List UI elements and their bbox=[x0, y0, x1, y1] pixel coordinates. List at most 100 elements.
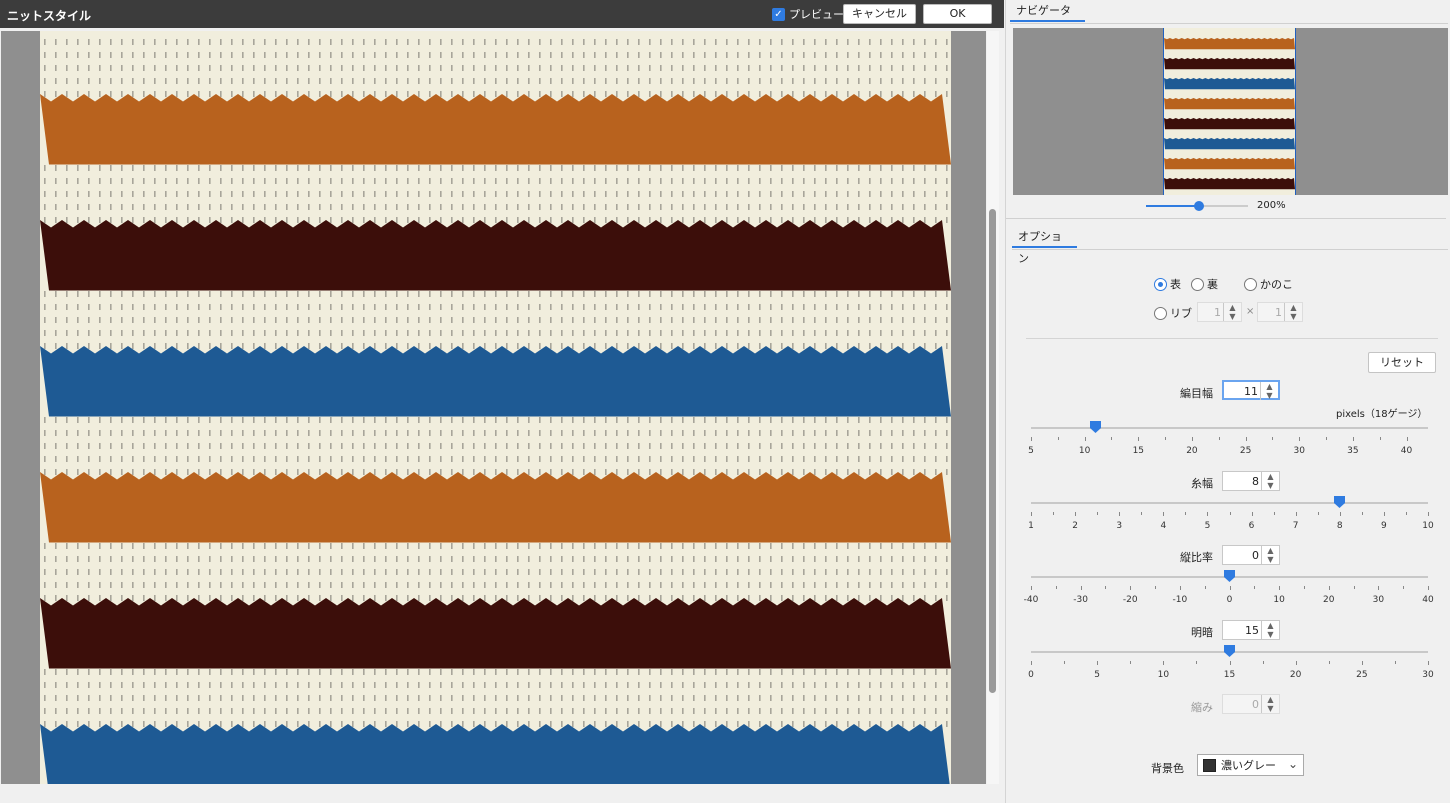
slider-minor-tick bbox=[1272, 437, 1274, 440]
knit-stitch bbox=[253, 708, 255, 714]
slider-tick-label: 20 bbox=[1323, 595, 1335, 605]
knit-stitch bbox=[726, 178, 728, 184]
knit-stitch bbox=[638, 343, 640, 349]
navigator-view[interactable] bbox=[1013, 28, 1448, 195]
knit-stitch bbox=[638, 330, 640, 336]
knit-stitch bbox=[561, 543, 563, 549]
knit-stitch bbox=[121, 291, 123, 297]
knit-stitch bbox=[814, 330, 816, 336]
radio-kanoko[interactable]: かのこ bbox=[1244, 276, 1293, 292]
knit-stitch bbox=[484, 669, 486, 675]
knit-stitch bbox=[308, 695, 310, 701]
knit-stitch bbox=[462, 456, 464, 462]
stitch-width-stepper[interactable]: 11 ▲ ▼ bbox=[1222, 380, 1280, 400]
knit-stitch bbox=[913, 78, 915, 84]
knit-stitch bbox=[627, 343, 629, 349]
knit-stitch bbox=[297, 39, 299, 45]
brightness-stepper[interactable]: 15 ▲ ▼ bbox=[1222, 620, 1280, 640]
knit-stitch bbox=[715, 417, 717, 423]
rib-b-stepper[interactable]: 1 ▲ ▼ bbox=[1257, 302, 1303, 322]
knit-stitch bbox=[176, 682, 178, 688]
knit-stitch bbox=[176, 165, 178, 171]
reset-button[interactable]: リセット bbox=[1368, 352, 1436, 373]
slider-tick-label: 20 bbox=[1186, 446, 1198, 456]
knit-stitch bbox=[132, 304, 134, 310]
knit-stitch bbox=[836, 417, 838, 423]
knit-stitch bbox=[297, 330, 299, 336]
knit-stitch bbox=[506, 204, 508, 210]
radio-selected-icon bbox=[1154, 277, 1167, 291]
knit-stitch bbox=[77, 695, 79, 701]
knit-stitch bbox=[66, 91, 68, 97]
knit-stitch bbox=[924, 217, 926, 223]
knit-stitch bbox=[825, 469, 827, 475]
yarn-width-stepper[interactable]: 8 ▲ ▼ bbox=[1222, 471, 1280, 491]
knit-stitch bbox=[418, 417, 420, 423]
knit-stitch bbox=[253, 317, 255, 323]
navigator-thumbnail[interactable] bbox=[1163, 28, 1296, 195]
knit-stitch bbox=[385, 317, 387, 323]
knit-preview[interactable] bbox=[40, 31, 951, 784]
radio-ura[interactable]: 裏 bbox=[1191, 276, 1218, 292]
cancel-button[interactable]: キャンセル bbox=[843, 4, 916, 24]
shrink-value: 0 bbox=[1252, 698, 1259, 711]
knit-stitch bbox=[803, 721, 805, 727]
tab-navigator[interactable]: ナビゲーター bbox=[1010, 0, 1085, 39]
radio-rib[interactable]: リブ bbox=[1154, 305, 1192, 321]
knit-stitch bbox=[132, 430, 134, 436]
knit-stitch bbox=[187, 695, 189, 701]
knit-stitch bbox=[418, 217, 420, 223]
knit-stitch bbox=[517, 543, 519, 549]
knit-stitch bbox=[242, 191, 244, 197]
vertical-scrollbar[interactable] bbox=[987, 31, 999, 784]
knit-stitch bbox=[946, 330, 948, 336]
vertical-ratio-slider[interactable]: -40 -30 -20 -10 0 10 20 30 40 bbox=[1024, 570, 1434, 616]
slider-knob[interactable] bbox=[1334, 496, 1346, 508]
slider-knob[interactable] bbox=[1224, 570, 1235, 582]
scrollbar-thumb[interactable] bbox=[989, 209, 996, 693]
knit-stitch bbox=[506, 556, 508, 562]
knit-stitch bbox=[649, 165, 651, 171]
knit-stitch bbox=[429, 78, 431, 84]
tab-options[interactable]: オプション bbox=[1012, 226, 1077, 265]
knit-stitch bbox=[440, 443, 442, 449]
shrink-stepper[interactable]: 0 ▲ ▼ bbox=[1222, 694, 1280, 714]
knit-stitch bbox=[638, 291, 640, 297]
knit-stitch bbox=[737, 65, 739, 71]
knit-stitch bbox=[55, 291, 57, 297]
zoom-slider-knob[interactable] bbox=[1194, 201, 1204, 211]
knit-stitch bbox=[594, 304, 596, 310]
knit-stitch bbox=[264, 291, 266, 297]
knit-stitch bbox=[55, 343, 57, 349]
knit-stitch bbox=[242, 543, 244, 549]
radio-omote[interactable]: 表 bbox=[1154, 276, 1181, 292]
knit-stitch bbox=[528, 430, 530, 436]
knit-stitch bbox=[616, 430, 618, 436]
brightness-slider[interactable]: 0 5 10 15 20 25 30 bbox=[1028, 645, 1434, 691]
preview-checkbox[interactable]: ✓ プレビュー bbox=[772, 6, 844, 22]
rib-a-stepper[interactable]: 1 ▲ ▼ bbox=[1197, 302, 1242, 322]
zoom-slider[interactable] bbox=[1146, 201, 1248, 211]
knit-stitch bbox=[748, 178, 750, 184]
knit-stitch bbox=[935, 695, 937, 701]
knit-stitch bbox=[924, 708, 926, 714]
knit-stitch bbox=[770, 39, 772, 45]
knit-stitch bbox=[902, 430, 904, 436]
knit-stitch bbox=[748, 204, 750, 210]
knit-stitch bbox=[792, 304, 794, 310]
slider-knob[interactable] bbox=[1224, 645, 1235, 657]
background-color-select[interactable]: 濃いグレー ⌄ bbox=[1197, 754, 1304, 776]
vertical-ratio-stepper[interactable]: 0 ▲ ▼ bbox=[1222, 545, 1280, 565]
slider-knob[interactable] bbox=[1089, 421, 1101, 433]
knit-stitch bbox=[814, 304, 816, 310]
knit-stitch bbox=[132, 178, 134, 184]
slider-tick bbox=[1163, 512, 1165, 516]
knit-stitch bbox=[319, 291, 321, 297]
ok-button[interactable]: OK bbox=[923, 4, 992, 24]
knit-stitch bbox=[748, 330, 750, 336]
yarn-width-slider[interactable]: 1 2 3 4 5 6 7 8 9 10 bbox=[1028, 496, 1434, 542]
knit-stitch bbox=[858, 78, 860, 84]
knit-stitch bbox=[891, 91, 893, 97]
radio-label: リブ bbox=[1170, 307, 1192, 320]
stitch-width-slider[interactable]: 5 10 15 20 25 30 35 40 bbox=[1028, 421, 1428, 467]
